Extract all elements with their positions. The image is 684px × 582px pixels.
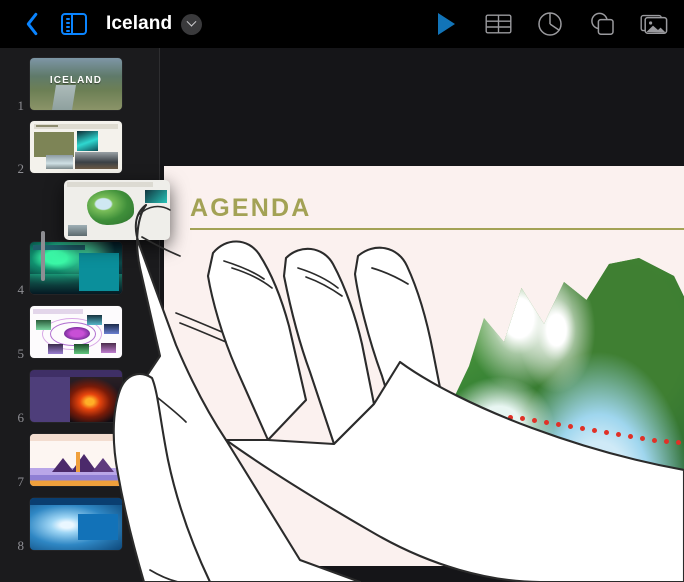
slide-thumbnail-7[interactable] bbox=[30, 433, 122, 486]
slide-thumbnail-8[interactable] bbox=[30, 497, 122, 550]
slide-list-item-6[interactable]: 6 bbox=[0, 364, 160, 427]
drop-position-indicator bbox=[41, 231, 45, 281]
keynote-app-window: Iceland AGENDA 1 1 ICELAND 2 4 5 6 7 8 bbox=[0, 0, 684, 582]
table-icon bbox=[485, 14, 512, 34]
toolbar-right-group bbox=[428, 6, 684, 42]
slide-list-item-4[interactable]: 4 bbox=[0, 236, 160, 299]
slide-list-item-7[interactable]: 7 bbox=[0, 428, 160, 491]
slide-list-item-8[interactable]: 8 bbox=[0, 492, 160, 555]
map-marker-1-label: 1 bbox=[531, 466, 547, 496]
iceland-map-graphic[interactable] bbox=[434, 246, 684, 566]
table-button[interactable] bbox=[480, 6, 516, 42]
pie-chart-icon bbox=[538, 12, 562, 36]
back-chevron-icon bbox=[22, 10, 38, 38]
slide-list-item-1[interactable]: 1 ICELAND bbox=[0, 52, 160, 115]
slide-number-2: 2 bbox=[17, 161, 25, 176]
shapes-icon bbox=[591, 12, 614, 35]
slide-thumbnail-5[interactable] bbox=[30, 305, 122, 358]
slide-canvas[interactable]: AGENDA 1 bbox=[160, 48, 684, 582]
toolbar: Iceland bbox=[0, 0, 684, 48]
play-icon bbox=[437, 13, 455, 35]
slide-thumbnail-6[interactable] bbox=[30, 369, 122, 422]
slide-number-1: 1 bbox=[17, 98, 25, 113]
slide-list-item-2[interactable]: 2 bbox=[0, 115, 160, 178]
chevron-down-icon bbox=[186, 16, 197, 27]
slide-thumbnail-1[interactable]: ICELAND bbox=[30, 57, 122, 110]
slide-navigator[interactable]: 1 ICELAND 2 4 5 6 7 8 bbox=[0, 48, 160, 582]
slide-number-4: 4 bbox=[17, 282, 25, 297]
slide-list-item-5[interactable]: 5 bbox=[0, 300, 160, 363]
chart-button[interactable] bbox=[532, 6, 568, 42]
slide-title[interactable]: AGENDA bbox=[190, 194, 312, 223]
back-button[interactable] bbox=[8, 2, 52, 46]
toolbar-left-group: Iceland bbox=[0, 2, 203, 46]
media-image-icon bbox=[640, 14, 668, 34]
slide-number-6: 6 bbox=[17, 410, 25, 425]
play-button[interactable] bbox=[428, 6, 464, 42]
slide-thumbnail-2[interactable] bbox=[30, 120, 122, 173]
slide-number-5: 5 bbox=[17, 346, 25, 361]
document-menu-button[interactable] bbox=[181, 13, 203, 35]
current-slide[interactable]: AGENDA 1 bbox=[164, 166, 684, 566]
slide-number-8: 8 bbox=[17, 538, 25, 553]
sidebar-toggle-button[interactable] bbox=[52, 2, 96, 46]
sidebar-panel-icon bbox=[61, 13, 87, 35]
slide-number-7: 7 bbox=[17, 474, 25, 489]
slide-thumb-title-1: ICELAND bbox=[49, 74, 103, 86]
document-title: Iceland bbox=[106, 13, 173, 34]
dragged-slide-thumbnail[interactable] bbox=[64, 180, 170, 240]
media-button[interactable] bbox=[636, 6, 672, 42]
shape-button[interactable] bbox=[584, 6, 620, 42]
slide-title-rule bbox=[190, 228, 684, 230]
